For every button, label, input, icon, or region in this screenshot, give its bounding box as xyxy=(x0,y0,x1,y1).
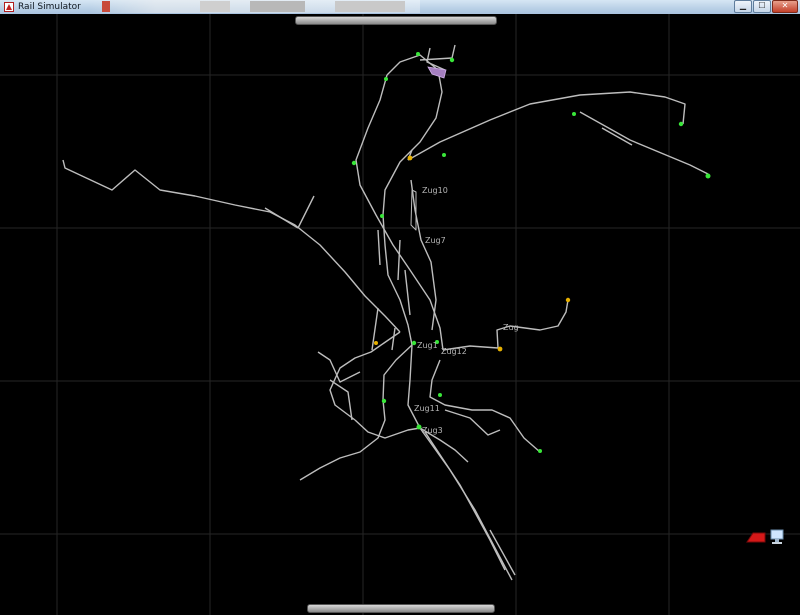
bottom-panel-handle[interactable] xyxy=(307,604,495,613)
tab-mark xyxy=(335,1,405,12)
train-label: Zug10 xyxy=(422,186,448,195)
title-bar[interactable]: Rail Simulator ▁ ☐ ✕ xyxy=(0,0,800,15)
grid xyxy=(0,14,800,615)
eraser-icon[interactable] xyxy=(745,530,767,544)
track-map[interactable]: Zug10 Zug7 Zug1 Zug12 Zug11 Zug3 Zug xyxy=(0,14,800,615)
close-button[interactable]: ✕ xyxy=(772,0,798,13)
app-icon xyxy=(4,2,14,12)
top-panel-handle[interactable] xyxy=(295,16,497,25)
minimize-button[interactable]: ▁ xyxy=(734,0,752,13)
train-label: Zug xyxy=(503,323,519,332)
tab-mark xyxy=(102,1,110,12)
tab-mark xyxy=(200,1,230,12)
train-label: Zug11 xyxy=(414,404,440,413)
train-labels: Zug10 Zug7 Zug1 Zug12 Zug11 Zug3 Zug xyxy=(414,186,519,435)
tab-mark xyxy=(250,1,305,12)
warning-markers xyxy=(374,155,571,352)
train-label: Zug7 xyxy=(425,236,446,245)
window-title: Rail Simulator xyxy=(18,2,81,12)
train-label: Zug12 xyxy=(441,347,467,356)
signals xyxy=(351,52,711,453)
train-label: Zug1 xyxy=(417,341,438,350)
maximize-button[interactable]: ☐ xyxy=(753,0,771,13)
app-window: Rail Simulator ▁ ☐ ✕ Zug10 Zug7 Zug1 Zug… xyxy=(0,0,800,615)
monitor-icon[interactable] xyxy=(769,528,785,546)
train-label: Zug3 xyxy=(422,426,443,435)
track-lines xyxy=(62,44,709,581)
taskbar-overlay xyxy=(90,0,420,13)
window-controls: ▁ ☐ ✕ xyxy=(734,0,798,13)
